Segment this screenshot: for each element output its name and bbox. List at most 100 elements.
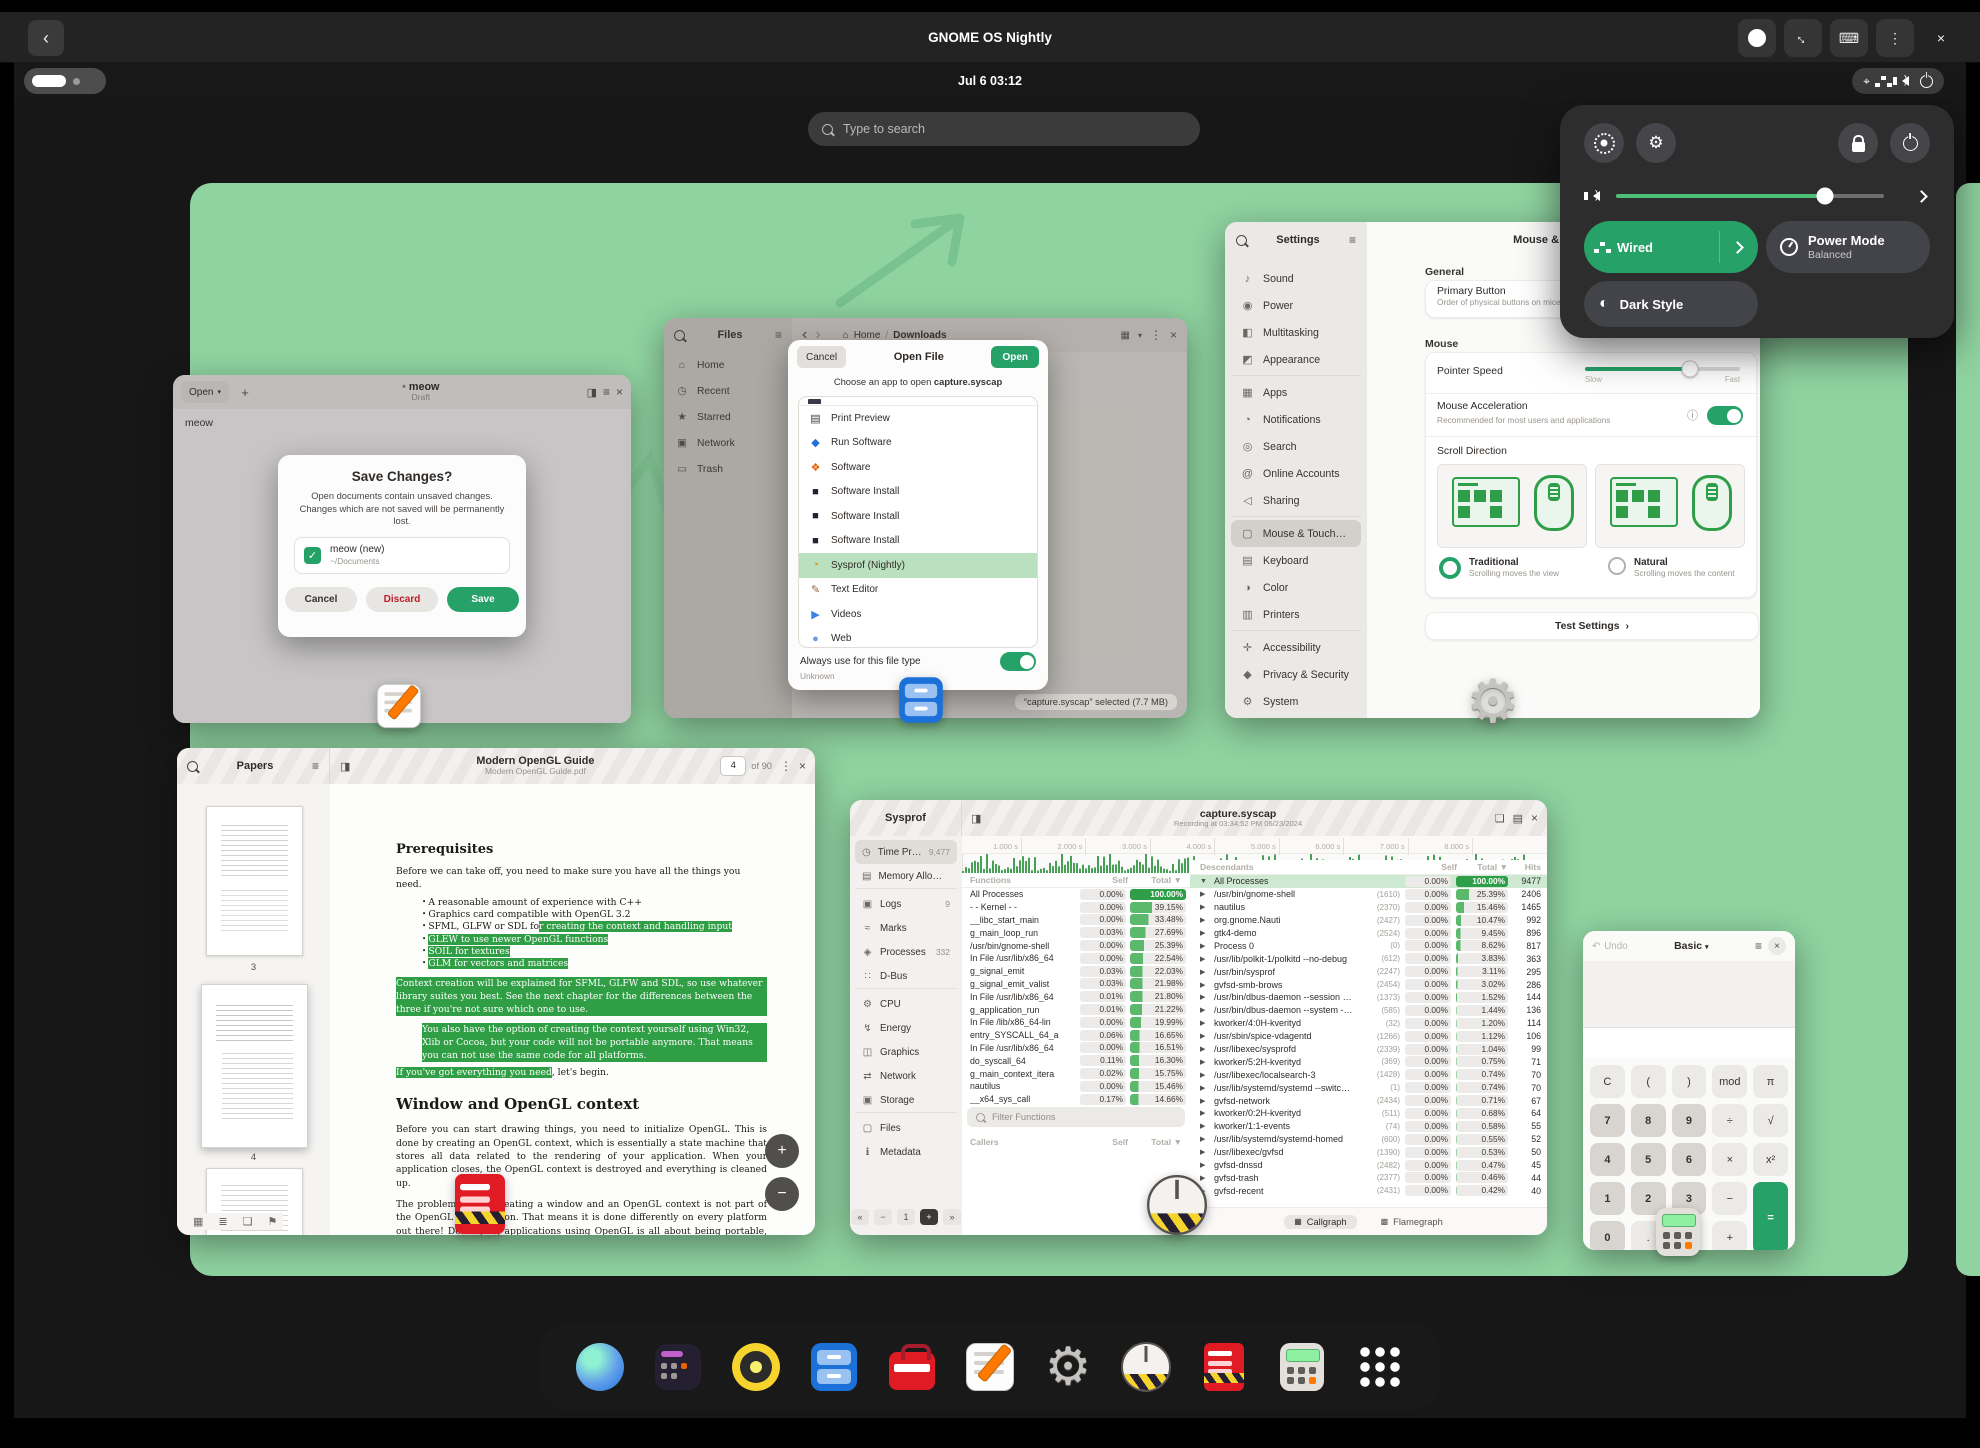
bookmarks-icon[interactable]: ⚑ [268, 1215, 278, 1228]
function-row[interactable]: g_signal_emit 0.03% 22.03% [962, 965, 1190, 978]
dock-item-music[interactable] [726, 1337, 786, 1397]
test-settings-button[interactable]: Test Settings › [1425, 612, 1759, 640]
expander-icon[interactable]: ▶ [1200, 1032, 1209, 1040]
expander-icon[interactable]: ▶ [1200, 1006, 1209, 1014]
app-choice-row[interactable]: ■ Software Install [799, 504, 1037, 529]
dock-item-software[interactable] [882, 1337, 942, 1397]
calc-key[interactable]: = [1753, 1182, 1788, 1250]
outline-view-icon[interactable]: ≣ [218, 1215, 227, 1228]
expander-icon[interactable]: ▶ [1200, 1122, 1209, 1130]
sysprof-sidebar-item[interactable]: ◈ Processes 332 [855, 940, 957, 964]
sidebar-toggle-icon[interactable]: ◨ [340, 760, 350, 773]
descendant-row[interactable]: ▶ kworker/4:0H-kverityd (32) 0.00% 1.20%… [1190, 1017, 1547, 1030]
sysprof-sidebar-item[interactable]: ⇄ Network [855, 1064, 957, 1088]
calc-key[interactable]: √ [1753, 1104, 1788, 1137]
settings-sidebar-item[interactable]: ✛ Accessibility [1231, 634, 1361, 661]
calculator-window[interactable]: ↶Undo Basic ▾ ≡ × C ( ) mod π 7 [1583, 931, 1795, 1250]
calc-key[interactable]: C [1590, 1065, 1625, 1098]
thumbnails-view-icon[interactable]: ▦ [193, 1215, 203, 1228]
function-row[interactable]: g_application_run 0.01% 21.22% [962, 1003, 1190, 1016]
expander-icon[interactable]: ▶ [1200, 916, 1209, 924]
descendant-row[interactable]: ▶ /usr/libexec/localsearch-3 (1428) 0.00… [1190, 1068, 1547, 1081]
function-row[interactable]: In File /usr/lib/x86_64 0.00% 16.51% [962, 1042, 1190, 1055]
page-3-thumbnail[interactable] [206, 806, 303, 956]
descendant-row[interactable]: ▶ gvfsd-dnssd (2482) 0.00% 0.47% 45 [1190, 1159, 1547, 1172]
menu-icon[interactable]: ≡ [1755, 939, 1762, 953]
page-number-entry[interactable]: 4 [720, 756, 746, 776]
calc-key[interactable]: 0 [1590, 1221, 1625, 1250]
settings-sidebar-item[interactable]: ▥ Printers [1231, 601, 1361, 631]
sysprof-sidebar-item[interactable]: ≈ Marks [855, 916, 957, 940]
descendant-row[interactable]: ▶ /usr/bin/dbus-daemon --system --addres… [1190, 1004, 1547, 1017]
filter-functions-input[interactable]: Filter Functions [967, 1107, 1185, 1127]
traditional-illustration[interactable] [1437, 464, 1587, 548]
close-icon[interactable]: × [1768, 937, 1786, 955]
search-input[interactable]: Type to search [808, 112, 1200, 146]
sysprof-sidebar-item[interactable]: ∷ D-Bus [855, 964, 957, 989]
descendant-row[interactable]: ▶ /usr/lib/polkit-1/polkitd --no-debug (… [1190, 952, 1547, 965]
settings-sidebar-item[interactable]: ◑ Color [1231, 574, 1361, 601]
sysprof-sidebar-item[interactable]: ▤ Memory Allocations [855, 864, 957, 889]
pointer-speed-slider[interactable] [1585, 367, 1740, 371]
functions-col[interactable]: Functions [970, 875, 1084, 885]
lock-button[interactable] [1838, 123, 1878, 163]
app-choice-row[interactable]: ● Web [799, 627, 1037, 649]
settings-sidebar-item[interactable]: ◎ Search [1231, 433, 1361, 460]
calc-key[interactable]: 9 [1672, 1104, 1707, 1137]
expander-icon[interactable]: ▶ [1200, 1084, 1209, 1092]
function-row[interactable]: __x64_sys_call 0.17% 14.66% [962, 1093, 1190, 1106]
app-choice-row[interactable]: ■ Software Install [799, 529, 1037, 554]
sysprof-sidebar-item[interactable]: ▣ Logs 9 [855, 892, 957, 916]
descendant-row[interactable]: ▶ /usr/bin/sysprof (2247) 0.00% 3.11% 29… [1190, 965, 1547, 978]
expander-icon[interactable]: ▶ [1200, 981, 1209, 989]
settings-sidebar-item[interactable]: ▦ Apps [1231, 379, 1361, 406]
wired-expand-chevron[interactable] [1731, 241, 1744, 254]
discard-button[interactable]: Discard [366, 587, 438, 612]
keyboard-button[interactable]: ⌨ [1830, 19, 1868, 57]
vm-close-button[interactable]: × [1922, 19, 1960, 57]
open-button[interactable]: Open [991, 346, 1039, 368]
volume-slider[interactable] [1616, 194, 1884, 198]
function-row[interactable]: nautilus 0.00% 15.46% [962, 1080, 1190, 1093]
descendant-row[interactable]: ▶ /usr/lib/systemd/systemd-homed (600) 0… [1190, 1133, 1547, 1146]
descendant-row[interactable]: ▶ gvfsd-trash (2377) 0.00% 0.46% 44 [1190, 1171, 1547, 1184]
dock-item-sysprof[interactable] [1116, 1337, 1176, 1397]
zoom-out-button[interactable]: − [765, 1177, 799, 1211]
calc-key[interactable]: 1 [1590, 1182, 1625, 1215]
descendants-hits-col[interactable]: Hits [1513, 862, 1541, 872]
list-view-icon[interactable]: ▤ [1513, 812, 1523, 825]
descendant-row[interactable]: ▶ gvfsd-recent (2431) 0.00% 0.42% 40 [1190, 1184, 1547, 1197]
calc-key[interactable]: 5 [1631, 1143, 1666, 1176]
power-button[interactable] [1890, 123, 1930, 163]
app-choice-row[interactable]: ◔ Sysprof (Nightly) [799, 553, 1037, 578]
settings-button[interactable]: ⚙ [1636, 123, 1676, 163]
settings-sidebar-item[interactable]: ◧ Multitasking [1231, 319, 1361, 346]
descendant-row[interactable]: ▶ nautilus (2370) 0.00% 15.46% 1465 [1190, 901, 1547, 914]
function-row[interactable]: g_main_loop_run 0.03% 27.69% [962, 926, 1190, 939]
natural-radio-row[interactable]: Natural Scrolling moves the content [1608, 557, 1735, 579]
volume-expand-chevron[interactable] [1915, 190, 1928, 203]
expander-icon[interactable]: ▶ [1200, 1058, 1209, 1066]
calc-key[interactable]: ÷ [1712, 1104, 1747, 1137]
self-col[interactable]: Self [1088, 875, 1128, 885]
mouse-accel-toggle[interactable] [1707, 406, 1743, 425]
function-row[interactable]: g_main_context_itera 0.02% 15.75% [962, 1067, 1190, 1080]
function-row[interactable]: - - Kernel - - 0.00% 39.15% [962, 901, 1190, 914]
sysprof-sidebar-item[interactable]: ◫ Graphics [855, 1040, 957, 1064]
always-use-toggle[interactable] [1000, 652, 1036, 671]
settings-sidebar-item[interactable]: ▤ Keyboard [1231, 547, 1361, 574]
app-choice-row[interactable]: ◆ Run Software [799, 431, 1037, 456]
expander-icon[interactable]: ▶ [1200, 1161, 1209, 1169]
calc-key[interactable]: − [1712, 1182, 1747, 1215]
settings-sidebar-item[interactable]: @ Online Accounts [1231, 460, 1361, 487]
expander-icon[interactable]: ▼ [1200, 878, 1209, 885]
descendant-row[interactable]: ▶ /usr/libexec/sysprofd (2339) 0.00% 1.0… [1190, 1043, 1547, 1056]
descendants-col[interactable]: Descendants [1200, 862, 1412, 872]
wired-button[interactable]: Wired [1584, 221, 1758, 273]
calc-key[interactable]: × [1712, 1143, 1747, 1176]
document-row[interactable]: ✓ meow (new) ~/Documents [294, 537, 510, 574]
power-mode-button[interactable]: Power Mode Balanced [1766, 221, 1930, 273]
zoom-in-icon[interactable]: + [920, 1209, 938, 1225]
calc-key[interactable]: 7 [1590, 1104, 1625, 1137]
descendant-row[interactable]: ▶ /usr/libexec/gvfsd (1390) 0.00% 0.53% … [1190, 1146, 1547, 1159]
